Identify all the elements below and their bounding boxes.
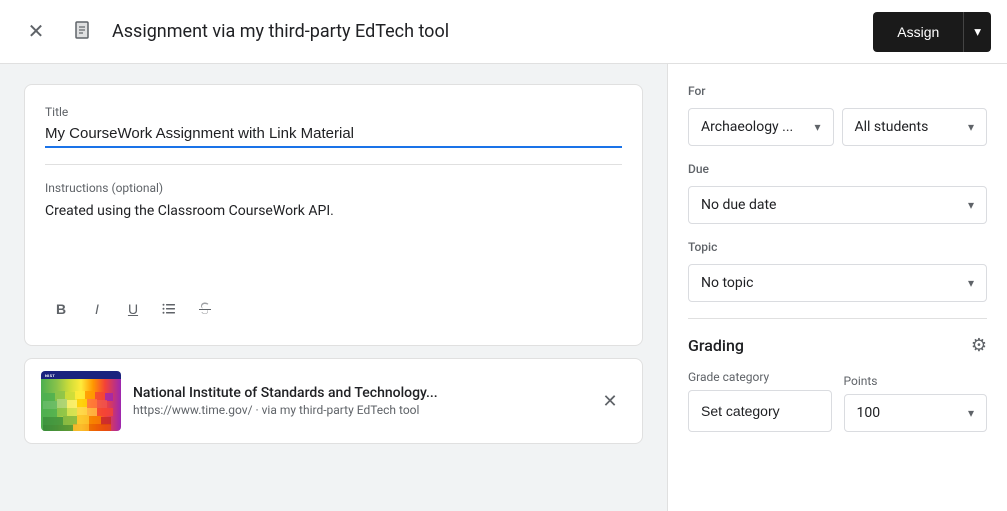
students-dropdown[interactable]: All students ▾: [842, 108, 988, 146]
title-input[interactable]: [45, 125, 622, 148]
points-value: 100: [857, 405, 881, 421]
formatting-toolbar: B I U: [45, 293, 622, 325]
due-date-value: No due date: [701, 197, 776, 213]
topic-dropdown[interactable]: No topic ▾: [688, 264, 987, 302]
assign-dropdown-button[interactable]: ▾: [963, 12, 991, 52]
title-instructions-card: Title Instructions (optional) Created us…: [24, 84, 643, 346]
points-dropdown[interactable]: 100 ▾: [844, 394, 988, 432]
link-title: National Institute of Standards and Tech…: [133, 385, 582, 401]
underline-button[interactable]: U: [117, 293, 149, 325]
topbar: ✕ Assignment via my third-party EdTech t…: [0, 0, 1007, 64]
left-panel: Title Instructions (optional) Created us…: [0, 64, 667, 511]
topic-dropdown-arrow-icon: ▾: [968, 276, 974, 290]
main-content: Title Instructions (optional) Created us…: [0, 64, 1007, 511]
page-title: Assignment via my third-party EdTech too…: [112, 21, 861, 42]
bold-button[interactable]: B: [45, 293, 77, 325]
grade-row: Grade category Set category Points 100 ▾: [688, 370, 987, 432]
for-row: Archaeology ... ▾ All students ▾: [688, 108, 987, 146]
close-icon: ✕: [28, 19, 45, 44]
course-dropdown-arrow-icon: ▾: [814, 120, 820, 134]
close-button[interactable]: ✕: [16, 12, 56, 52]
assign-dropdown-arrow-icon: ▾: [974, 24, 981, 40]
students-value: All students: [855, 119, 929, 135]
course-value: Archaeology ...: [701, 119, 793, 135]
strikethrough-button[interactable]: [189, 293, 221, 325]
link-attachment-card: NIST: [24, 358, 643, 444]
link-info: National Institute of Standards and Tech…: [133, 385, 582, 417]
link-thumbnail: NIST: [41, 371, 121, 431]
assign-button[interactable]: Assign: [873, 12, 963, 52]
title-label: Title: [45, 105, 622, 119]
due-label: Due: [688, 162, 987, 176]
course-dropdown[interactable]: Archaeology ... ▾: [688, 108, 834, 146]
for-label: For: [688, 84, 987, 98]
list-button[interactable]: [153, 293, 185, 325]
instructions-label: Instructions (optional): [45, 181, 622, 195]
assign-btn-group: Assign ▾: [873, 12, 991, 52]
italic-button[interactable]: I: [81, 293, 113, 325]
set-category-button[interactable]: Set category: [688, 390, 832, 432]
due-date-dropdown[interactable]: No due date ▾: [688, 186, 987, 224]
link-url: https://www.time.gov/ · via my third-par…: [133, 403, 582, 417]
grading-divider: [688, 318, 987, 319]
title-divider: [45, 164, 622, 165]
grading-header: Grading ⚙: [688, 335, 987, 356]
points-label: Points: [844, 374, 988, 388]
grade-category-label: Grade category: [688, 370, 832, 384]
topic-label: Topic: [688, 240, 987, 254]
due-date-dropdown-arrow-icon: ▾: [968, 198, 974, 212]
points-col: Points 100 ▾: [844, 374, 988, 432]
grade-category-col: Grade category Set category: [688, 370, 832, 432]
remove-link-button[interactable]: ✕: [594, 385, 626, 417]
right-panel: For Archaeology ... ▾ All students ▾ Due…: [667, 64, 1007, 511]
points-dropdown-arrow-icon: ▾: [968, 406, 974, 420]
doc-icon: [68, 16, 100, 48]
settings-icon[interactable]: ⚙: [971, 335, 987, 356]
students-dropdown-arrow-icon: ▾: [968, 120, 974, 134]
topic-value: No topic: [701, 275, 753, 291]
remove-link-icon: ✕: [602, 391, 617, 412]
grading-title: Grading: [688, 336, 744, 355]
instructions-text[interactable]: Created using the Classroom CourseWork A…: [45, 201, 622, 281]
